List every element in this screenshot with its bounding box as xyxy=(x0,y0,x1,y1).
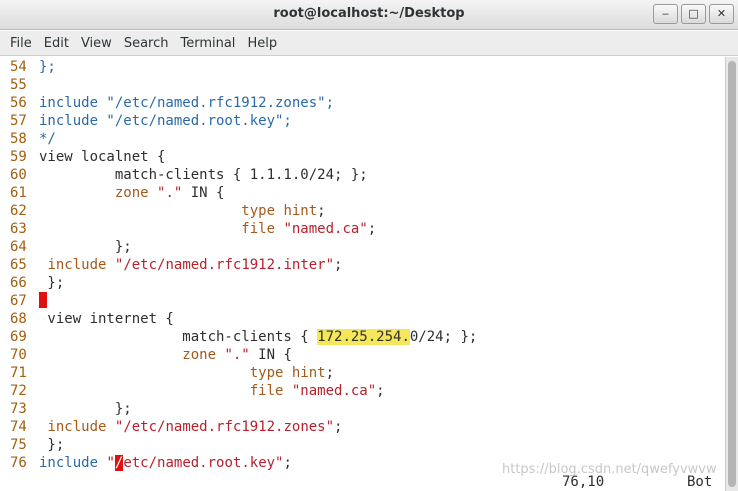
line-code: zone "." IN { xyxy=(182,347,292,363)
maximize-button[interactable]: □ xyxy=(681,4,706,24)
menu-file[interactable]: File xyxy=(4,31,38,56)
line-number: 73 xyxy=(10,401,27,417)
editor-line: 73 }; xyxy=(0,400,132,418)
scrollbar[interactable] xyxy=(725,57,738,491)
line-number: 54 xyxy=(10,59,27,75)
line-number: 57 xyxy=(10,113,27,129)
line-code: */ xyxy=(39,131,56,147)
line-code: include "/etc/named.rfc1912.zones"; xyxy=(47,419,343,435)
editor-line: 66 }; xyxy=(0,274,64,292)
line-number: 70 xyxy=(10,347,27,363)
menu-help[interactable]: Help xyxy=(241,31,283,56)
line-number: 55 xyxy=(10,77,27,93)
editor-line: 55 xyxy=(0,76,39,94)
line-code: }; xyxy=(39,59,56,75)
menu-search[interactable]: Search xyxy=(118,31,175,56)
menu-edit[interactable]: Edit xyxy=(38,31,75,56)
watermark: https://blog.csdn.net/qwefyvwvw xyxy=(502,462,717,477)
line-code: include "/etc/named.root.key"; xyxy=(39,113,292,129)
line-code xyxy=(39,292,47,309)
line-code: file "named.ca"; xyxy=(249,383,385,399)
line-code: include "/etc/named.rfc1912.zones"; xyxy=(39,95,335,111)
menubar: File Edit View Search Terminal Help xyxy=(0,31,738,56)
line-number: 71 xyxy=(10,365,27,381)
line-number: 67 xyxy=(10,293,27,309)
line-code: match-clients { 1.1.1.0/24; }; xyxy=(39,167,368,183)
empty-line-marker xyxy=(39,292,47,308)
window-title: root@localhost:~/Desktop xyxy=(273,6,465,21)
line-number: 72 xyxy=(10,383,27,399)
line-code: include "/etc/named.root.key"; xyxy=(39,455,292,471)
line-number: 66 xyxy=(10,275,27,291)
editor-line: 59 view localnet { xyxy=(0,148,165,166)
line-number: 75 xyxy=(10,437,27,453)
editor-line: 70 zone "." IN { xyxy=(0,346,292,364)
line-number: 56 xyxy=(10,95,27,111)
line-code: }; xyxy=(39,437,65,453)
line-number: 61 xyxy=(10,185,27,201)
line-number: 60 xyxy=(10,167,27,183)
terminal-editor-area[interactable]: 54}; 55 56 include "/etc/named.rfc1912.zone… xyxy=(0,57,725,491)
line-code: view internet { xyxy=(39,311,174,327)
editor-line: 58 */ xyxy=(0,130,56,148)
menu-view[interactable]: View xyxy=(75,31,118,56)
line-code: }; xyxy=(39,275,65,291)
editor-line: 62 type hint; xyxy=(0,202,326,220)
editor-line: 72 file "named.ca"; xyxy=(0,382,385,400)
editor-line: 69 match-clients { 172.25.254.0/24; }; xyxy=(0,328,477,346)
line-number: 63 xyxy=(10,221,27,237)
line-number: 68 xyxy=(10,311,27,327)
line-number: 76 xyxy=(10,455,27,471)
line-code: view localnet { xyxy=(39,149,166,165)
editor-line: 63 file "named.ca"; xyxy=(0,220,376,238)
editor-line: 54}; xyxy=(0,58,56,76)
editor-line: 76 include "/etc/named.root.key"; xyxy=(0,454,292,472)
line-code: match-clients { 172.25.254.0/24; }; xyxy=(39,329,478,345)
editor-line: 67 xyxy=(0,292,47,310)
line-code: type hint; xyxy=(249,365,335,381)
line-code: }; xyxy=(39,239,132,255)
editor-line: 74 include "/etc/named.rfc1912.zones"; xyxy=(0,418,342,436)
editor-line: 64 }; xyxy=(0,238,132,256)
editor-line: 71 type hint; xyxy=(0,364,334,382)
editor-line: 75 }; xyxy=(0,436,64,454)
line-number: 74 xyxy=(10,419,27,435)
line-number: 64 xyxy=(10,239,27,255)
line-number: 59 xyxy=(10,149,27,165)
line-code: zone "." IN { xyxy=(114,185,225,201)
close-button[interactable]: ✕ xyxy=(709,4,734,24)
line-code: }; xyxy=(39,401,132,417)
line-code: type hint; xyxy=(241,203,326,219)
editor-line: 57 include "/etc/named.root.key"; xyxy=(0,112,292,130)
editor-line: 65 include "/etc/named.rfc1912.inter"; xyxy=(0,256,342,274)
editor-line: 56 include "/etc/named.rfc1912.zones"; xyxy=(0,94,334,112)
line-code: include "/etc/named.rfc1912.inter"; xyxy=(47,257,343,273)
scrollbar-thumb[interactable] xyxy=(728,61,736,487)
minimize-button[interactable]: ‒ xyxy=(653,4,678,24)
line-number: 69 xyxy=(10,329,27,345)
window-titlebar[interactable]: root@localhost:~/Desktop ‒ □ ✕ xyxy=(0,0,738,30)
line-number: 58 xyxy=(10,131,27,147)
editor-line: 61 zone "." IN { xyxy=(0,184,224,202)
menu-terminal[interactable]: Terminal xyxy=(174,31,241,56)
line-number: 62 xyxy=(10,203,27,219)
line-number: 65 xyxy=(10,257,27,273)
editor-line: 60 match-clients { 1.1.1.0/24; }; xyxy=(0,166,368,184)
line-code: file "named.ca"; xyxy=(241,221,377,237)
editor-line: 68 view internet { xyxy=(0,310,174,328)
